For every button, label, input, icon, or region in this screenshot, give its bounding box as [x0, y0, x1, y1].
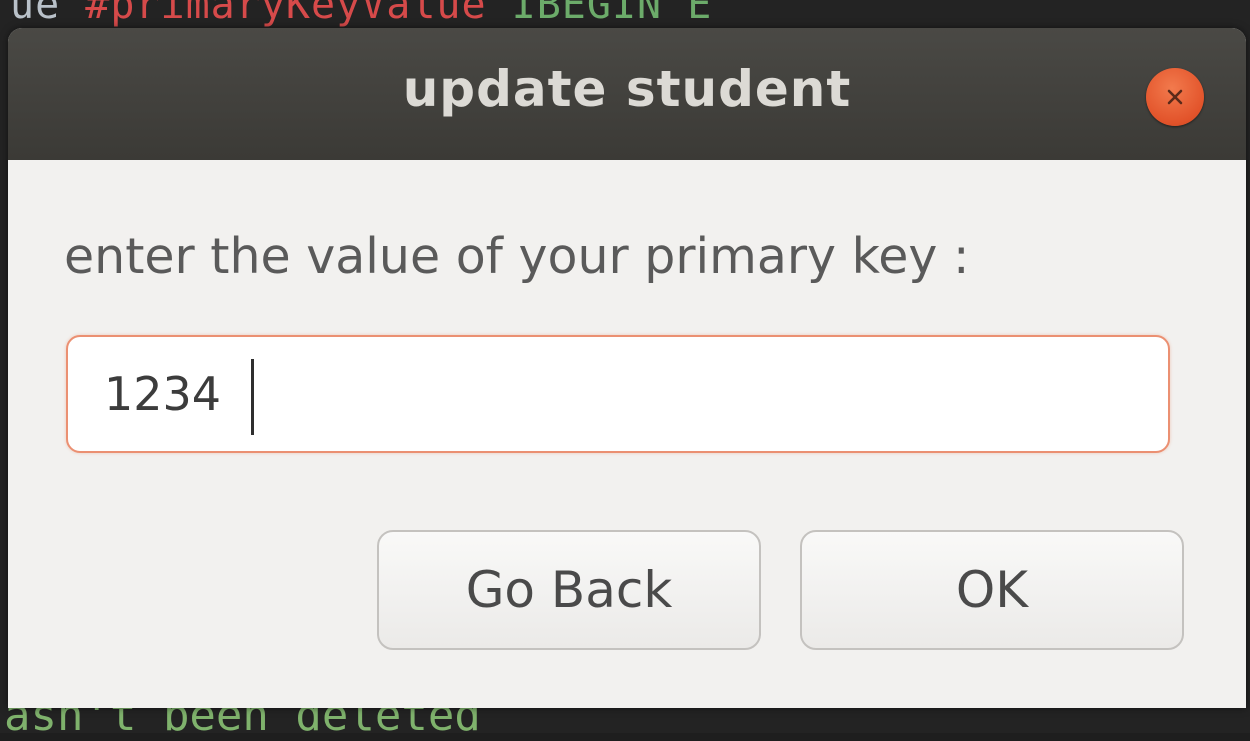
terminal-top-text-2: #primaryKeyValue: [85, 0, 487, 28]
close-button[interactable]: [1146, 68, 1204, 126]
update-student-dialog: update student enter the value of your p…: [8, 28, 1246, 708]
text-caret: [251, 359, 254, 435]
dialog-titlebar[interactable]: update student: [8, 28, 1246, 160]
terminal-top-text-1: ue: [10, 0, 86, 28]
dialog-title: update student: [402, 60, 852, 118]
go-back-button[interactable]: Go Back: [377, 530, 761, 650]
ok-button[interactable]: OK: [800, 530, 1184, 650]
terminal-top-text-3: IBEGIN E: [486, 0, 713, 28]
terminal-top-line: ue #primaryKeyValue IBEGIN E: [10, 0, 712, 28]
primary-key-input[interactable]: [66, 335, 1170, 453]
primary-key-prompt: enter the value of your primary key :: [64, 228, 970, 285]
close-icon: [1167, 89, 1183, 105]
